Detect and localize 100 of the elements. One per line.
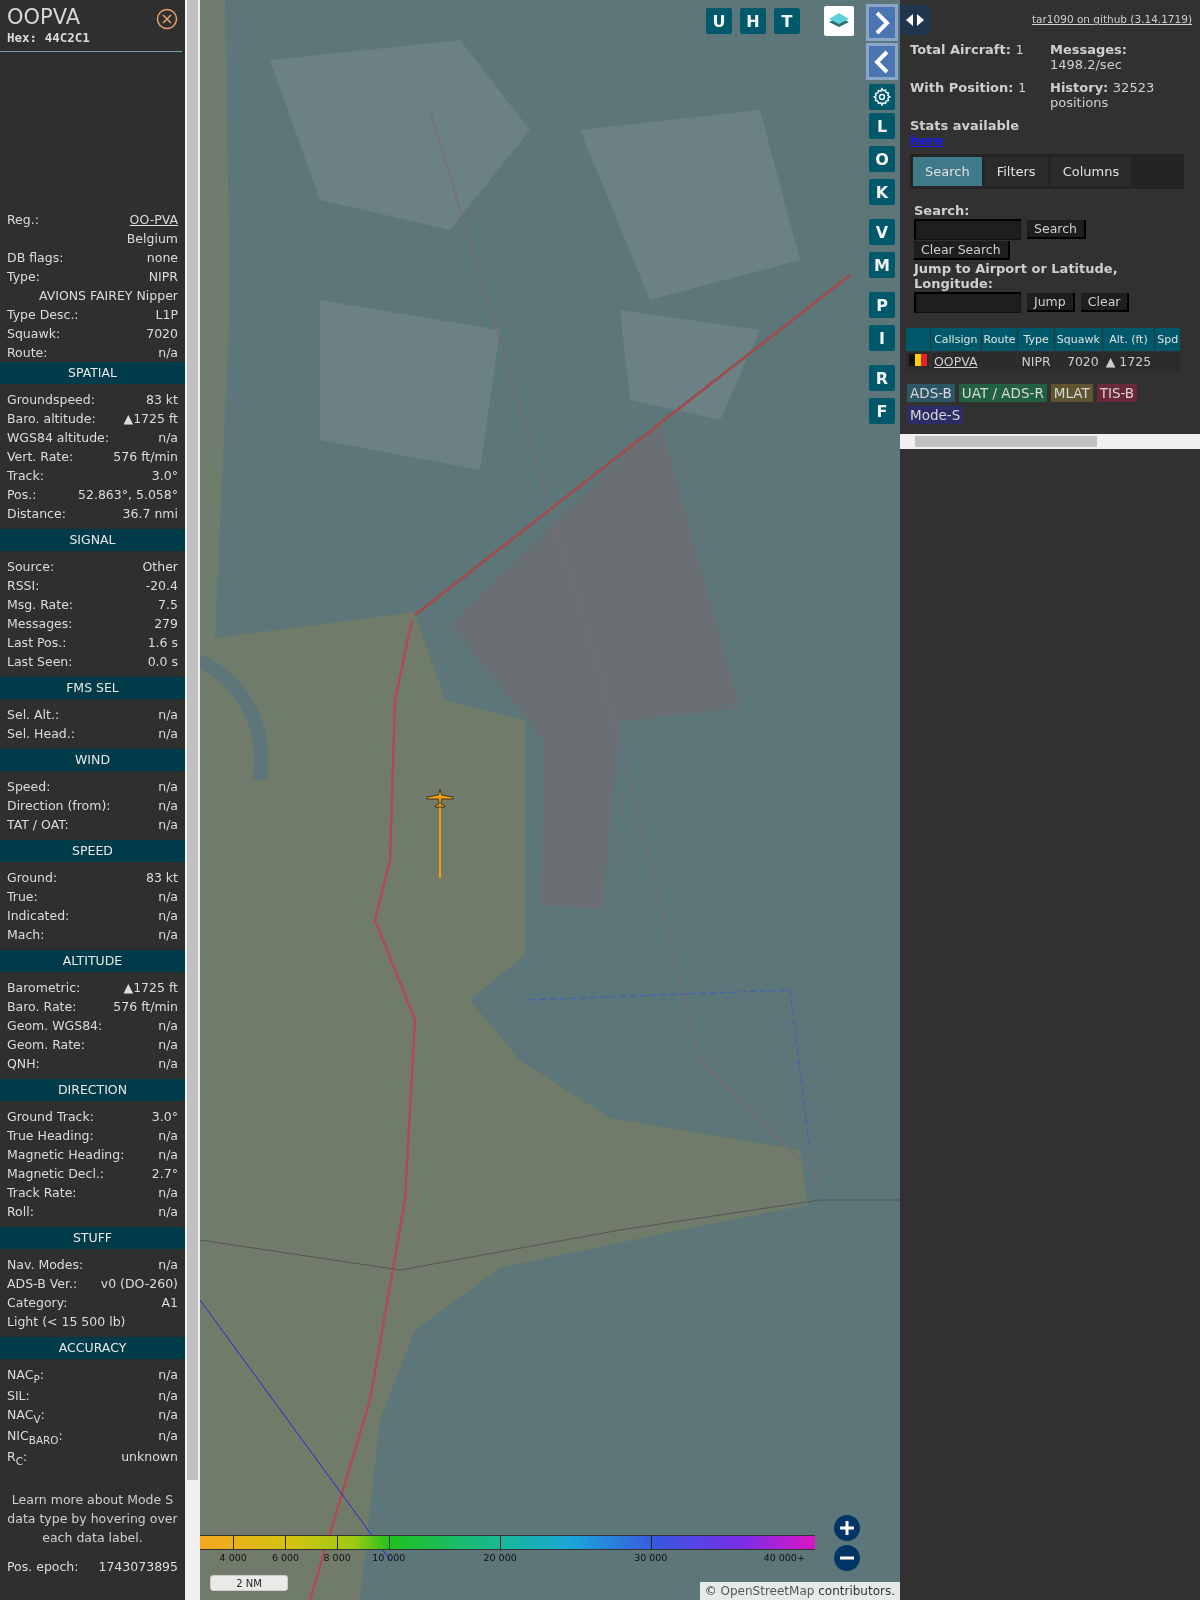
source-tag: MLAT xyxy=(1050,384,1093,402)
map-toggle-button[interactable]: I xyxy=(869,325,895,351)
field-label: ADS-B Ver.: xyxy=(7,1275,78,1293)
field-label: Type: xyxy=(7,268,40,286)
tab[interactable]: Columns xyxy=(1050,157,1132,186)
clear-button[interactable]: Clear xyxy=(1080,293,1130,312)
field-label: Vert. Rate: xyxy=(7,448,74,466)
field-value: n/a xyxy=(158,797,178,815)
scrollbar-track[interactable] xyxy=(900,434,1200,449)
column-header[interactable]: Type xyxy=(1018,328,1054,351)
field-value: n/a xyxy=(158,429,178,447)
field-label: RSSI: xyxy=(7,577,40,595)
field-label: Squawk: xyxy=(7,325,61,343)
section-header: ALTITUDE xyxy=(0,950,185,972)
field-value: AVIONS FAIREY Nipper xyxy=(37,287,178,305)
field-value: n/a xyxy=(158,1055,178,1073)
table-cell: 7020 xyxy=(1054,352,1102,371)
map-toggle-button[interactable]: R xyxy=(869,365,895,391)
map-toggle-button[interactable]: M xyxy=(869,252,895,278)
openstreetmap-link[interactable]: OpenStreetMap xyxy=(720,1584,815,1598)
scrollbar-track[interactable] xyxy=(185,0,200,1600)
field-value: 3.0° xyxy=(151,1108,178,1126)
altitude-label: 30 000 xyxy=(634,1552,668,1563)
field-label: True: xyxy=(7,888,38,906)
field-value: Light (< 15 500 lb) xyxy=(7,1313,127,1331)
settings-button[interactable] xyxy=(869,84,895,110)
map-toggle-button[interactable]: L xyxy=(869,113,895,139)
field-label: Track: xyxy=(7,467,44,485)
column-header[interactable]: Route xyxy=(981,328,1018,351)
field-value: 83 kt xyxy=(145,391,178,409)
field-value: n/a xyxy=(158,1036,178,1054)
map-toggle-button[interactable]: K xyxy=(869,179,895,205)
field-label: Nav. Modes: xyxy=(7,1256,84,1274)
field-value: 7020 xyxy=(146,325,178,343)
field-value: 2.7° xyxy=(151,1165,178,1183)
map-toggle-button[interactable]: O xyxy=(869,146,895,172)
search-label: Search: xyxy=(914,203,971,218)
field-value: A1 xyxy=(161,1294,178,1312)
field-value: 576 ft/min xyxy=(113,998,178,1016)
source-tag: ADS-B xyxy=(907,384,955,402)
field-value: ▲1725 ft xyxy=(123,979,178,997)
github-link[interactable]: tar1090 on github (3.14.1719) xyxy=(1032,13,1192,25)
field-value: n/a xyxy=(158,1256,178,1274)
scrollbar-thumb[interactable] xyxy=(187,0,198,1480)
tab[interactable]: Filters xyxy=(984,157,1048,186)
altitude-label: 4 000 xyxy=(219,1552,247,1563)
altitude-label: 20 000 xyxy=(483,1552,517,1563)
map-toggle-button[interactable]: P xyxy=(869,292,895,318)
tab[interactable]: Search xyxy=(913,157,982,186)
field-value: 1743073895 xyxy=(98,1558,178,1576)
source-tag: UAT / ADS-R xyxy=(958,384,1047,402)
panel-toggle-button[interactable] xyxy=(900,5,930,35)
next-aircraft-button[interactable] xyxy=(866,4,898,41)
stat-text: With Position: 1 xyxy=(910,80,1028,97)
field-label: Barometric: xyxy=(7,979,81,997)
column-header xyxy=(906,328,930,351)
field-value: n/a xyxy=(158,1387,178,1405)
column-header[interactable]: Alt. (ft) xyxy=(1102,328,1155,351)
map-toggle-button[interactable]: T xyxy=(774,8,800,34)
aircraft-callsign: OOPVA xyxy=(7,4,81,30)
field-label: Last Seen: xyxy=(7,653,73,671)
field-value: ▲1725 ft xyxy=(123,410,178,428)
jump-label: Jump to Airport or Latitude, Longitude: xyxy=(914,261,1119,291)
map-toggle-button[interactable]: U xyxy=(706,8,732,34)
registration-link[interactable]: OO-PVA xyxy=(129,210,178,229)
map-toggle-button[interactable]: V xyxy=(869,219,895,245)
jump-field[interactable] xyxy=(914,292,1021,313)
scrollbar-thumb[interactable] xyxy=(915,436,1097,447)
section-header: SPEED xyxy=(0,840,185,862)
column-header[interactable]: Squawk xyxy=(1054,328,1102,351)
source-tag: Mode-S xyxy=(907,406,964,424)
field-label: Sel. Alt.: xyxy=(7,706,60,724)
search-field[interactable] xyxy=(914,219,1021,240)
clear-search-button[interactable]: Clear Search xyxy=(914,241,1010,260)
field-label: Msg. Rate: xyxy=(7,596,74,614)
previous-aircraft-button[interactable] xyxy=(866,43,898,80)
field-label: Category: xyxy=(7,1294,68,1312)
close-button[interactable] xyxy=(156,8,178,30)
search-button[interactable]: Search xyxy=(1027,220,1086,239)
map-toggle-button[interactable]: F xyxy=(869,398,895,424)
jump-button[interactable]: Jump xyxy=(1027,293,1075,312)
chevron-left-icon xyxy=(874,49,890,74)
field-label: Track Rate: xyxy=(7,1184,77,1202)
map-toggle-button[interactable]: H xyxy=(740,8,766,34)
settings-icon xyxy=(872,87,892,107)
section-header: WIND xyxy=(0,749,185,771)
field-value: 83 kt xyxy=(145,869,178,887)
field-value: n/a xyxy=(158,907,178,925)
field-value: 3.0° xyxy=(151,467,178,485)
field-value: n/a xyxy=(158,888,178,906)
column-header[interactable]: Spd xyxy=(1155,328,1181,351)
field-label: R$_{C}$: xyxy=(7,1448,28,1469)
layers-button[interactable] xyxy=(824,6,854,36)
field-value: 36.7 nmi xyxy=(122,505,178,523)
field-label: Baro. altitude: xyxy=(7,410,96,428)
field-value: Belgium xyxy=(125,230,178,248)
field-label: QNH: xyxy=(7,1055,40,1073)
field-value: v0 (DO-260) xyxy=(100,1275,178,1293)
column-header[interactable]: Callsign xyxy=(931,328,981,351)
table-cell: NIPR xyxy=(1018,352,1054,371)
